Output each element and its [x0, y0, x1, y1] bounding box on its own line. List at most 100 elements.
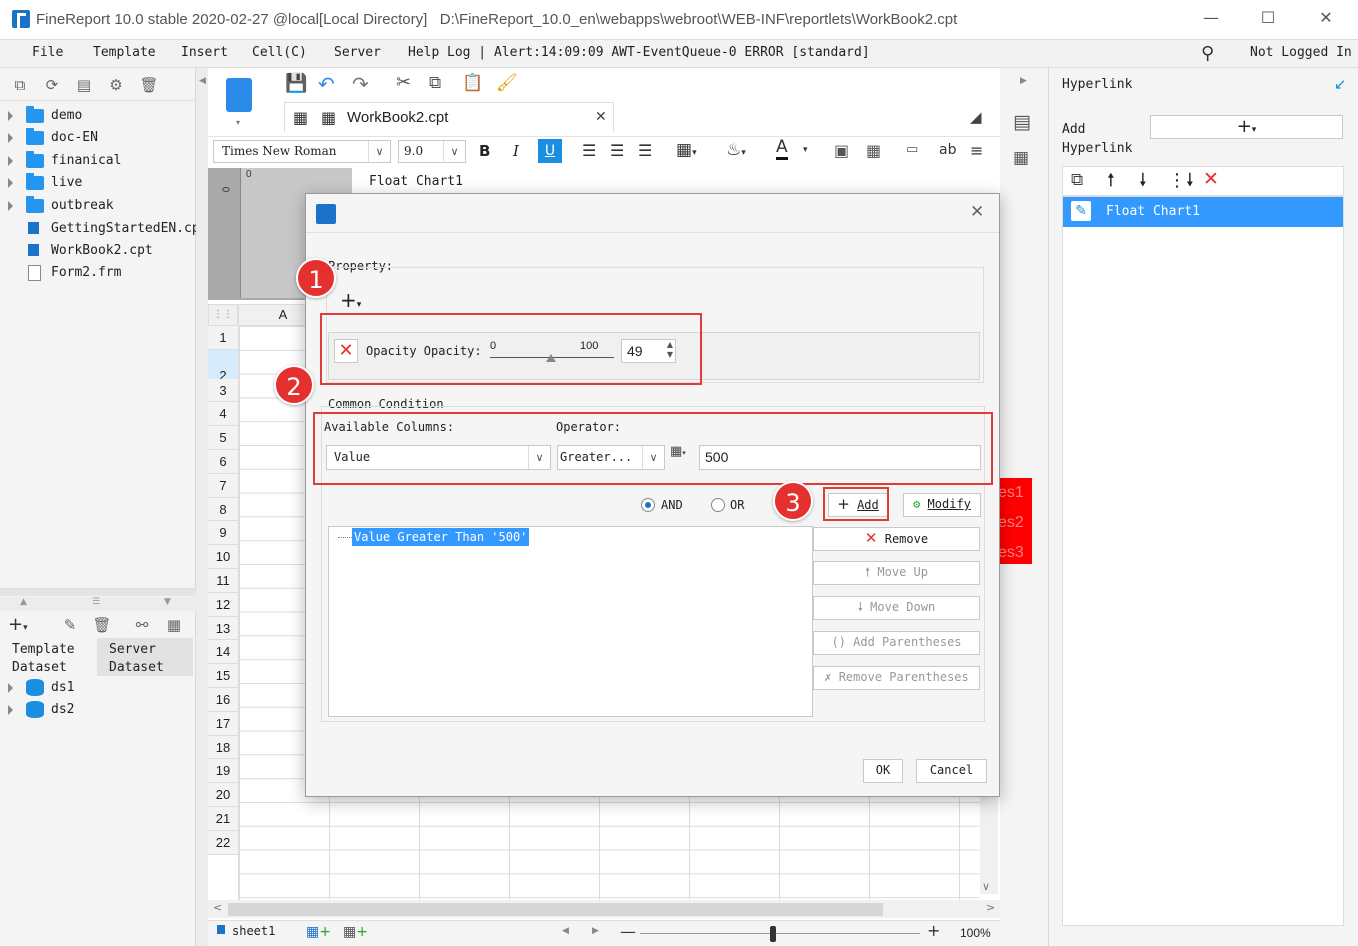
maximize-icon[interactable]: ☐: [1253, 8, 1283, 32]
row-header[interactable]: 17: [208, 711, 238, 736]
row-header[interactable]: 19: [208, 759, 238, 784]
menu-cell[interactable]: Cell(C): [252, 45, 307, 60]
row-header[interactable]: 11: [208, 569, 238, 593]
row-header[interactable]: 22: [208, 830, 238, 855]
preview-icon[interactable]: ⚯: [132, 616, 152, 634]
remove-property-icon[interactable]: ✕: [334, 339, 358, 363]
row-header[interactable]: 21: [208, 807, 238, 831]
redo-icon[interactable]: ↷: [352, 72, 369, 96]
remove-parentheses-button[interactable]: ✗ Remove Parentheses: [813, 666, 980, 690]
zoom-slider-track[interactable]: [640, 933, 920, 934]
delete-hyperlink-icon[interactable]: ✕: [1203, 168, 1219, 190]
collapse-right-icon[interactable]: ▶: [1020, 76, 1027, 86]
close-window-icon[interactable]: ✕: [1311, 8, 1341, 32]
row-header[interactable]: 10: [208, 545, 238, 569]
opacity-spinner[interactable]: 49 ▲ ▼: [621, 339, 676, 363]
menu-help[interactable]: Help: [408, 45, 439, 60]
add-property-button[interactable]: +▾: [340, 288, 361, 312]
template-type-icon[interactable]: [226, 78, 252, 112]
border-icon[interactable]: ▦▾: [676, 140, 697, 160]
menu-file[interactable]: File: [32, 45, 63, 60]
row-header[interactable]: 12: [208, 592, 238, 617]
menu-template[interactable]: Template: [93, 45, 156, 60]
hyperlink-item-selected[interactable]: ✎ Float Chart1: [1063, 197, 1343, 227]
search-icon[interactable]: ⚲: [1201, 43, 1214, 64]
tab-server-dataset[interactable]: Server Dataset: [97, 638, 193, 676]
left-collapse-strip[interactable]: [196, 68, 208, 946]
add-parentheses-button[interactable]: () Add Parentheses: [813, 631, 980, 655]
collapse-left-icon[interactable]: ◀: [199, 76, 206, 86]
undo-icon[interactable]: ↶: [318, 72, 335, 96]
move-up-button[interactable]: 🠕 Move Up: [813, 561, 980, 585]
spinner-arrows-icon[interactable]: ▲ ▼: [667, 340, 673, 360]
add-form-sheet-icon[interactable]: ▦+: [343, 924, 368, 940]
row-header[interactable]: 3: [208, 378, 238, 403]
menu-server[interactable]: Server: [334, 45, 381, 60]
row-header[interactable]: 18: [208, 735, 238, 760]
delete-dataset-icon[interactable]: 🗑: [92, 616, 112, 634]
font-size-select[interactable]: 9.0 ∨: [398, 140, 466, 163]
prev-sheet-icon[interactable]: ◀: [562, 926, 569, 936]
row-header[interactable]: 4: [208, 402, 238, 427]
cell-attribute-icon[interactable]: ▤: [1013, 111, 1031, 133]
operator-select[interactable]: Greater... ∨: [557, 445, 665, 470]
copy-hyperlink-icon[interactable]: ⧉: [1071, 170, 1083, 190]
horizontal-scrollbar[interactable]: [228, 903, 883, 916]
row-header[interactable]: 13: [208, 616, 238, 641]
ok-button[interactable]: OK: [863, 759, 903, 783]
move-down-button[interactable]: 🠗 Move Down: [813, 596, 980, 620]
add-sheet-icon[interactable]: ▦+: [306, 924, 331, 940]
row-header[interactable]: 5: [208, 426, 238, 450]
zoom-out-icon[interactable]: —: [620, 922, 636, 941]
condition-item-selected[interactable]: Value Greater Than '500': [352, 528, 530, 546]
remove-button[interactable]: ✕ Remove: [813, 527, 980, 551]
line-spacing-icon[interactable]: ≡: [970, 141, 983, 160]
dataset-settings-icon[interactable]: ▦: [164, 616, 184, 634]
row-header[interactable]: 15: [208, 664, 238, 688]
scroll-down-icon[interactable]: ∨: [982, 880, 990, 893]
chevron-down-icon[interactable]: ▾: [803, 145, 808, 155]
scroll-left-icon[interactable]: <: [213, 901, 222, 914]
row-header[interactable]: 8: [208, 497, 238, 522]
collapse-bar[interactable]: ▲ ☰ ▼: [0, 597, 196, 611]
widget-icon[interactable]: ▦: [1013, 148, 1029, 168]
zoom-slider-handle[interactable]: [770, 926, 776, 942]
move-down-icon[interactable]: 🠗: [1139, 168, 1147, 198]
modify-condition-button[interactable]: ⚙ Modify: [903, 493, 981, 517]
minimize-icon[interactable]: —: [1196, 8, 1226, 32]
add-dataset-icon[interactable]: +▾: [8, 614, 28, 635]
row-header[interactable]: 6: [208, 450, 238, 474]
add-condition-button[interactable]: + Add: [828, 493, 888, 517]
wrap-text-icon[interactable]: ab: [939, 142, 956, 158]
save-icon[interactable]: 💾: [285, 73, 307, 94]
add-hyperlink-button[interactable]: +▾: [1150, 115, 1343, 139]
close-dialog-icon[interactable]: ✕: [970, 202, 984, 222]
row-header[interactable]: 1: [208, 326, 238, 350]
row-header[interactable]: 7: [208, 473, 238, 498]
editor-tab[interactable]: ▦ ▦ WorkBook2.cpt ✕: [284, 102, 614, 132]
new-folder-icon[interactable]: ⧉: [10, 76, 30, 94]
menu-insert[interactable]: Insert: [181, 45, 228, 60]
next-sheet-icon[interactable]: ▶: [592, 926, 599, 936]
align-center-icon[interactable]: ☰: [610, 141, 624, 160]
text-box-icon[interactable]: ▭: [906, 142, 918, 157]
paste-icon[interactable]: 📋: [462, 73, 483, 93]
settings-icon[interactable]: ⚙: [106, 76, 126, 94]
scroll-right-icon[interactable]: >: [986, 901, 995, 914]
align-right-icon[interactable]: ☰: [638, 141, 652, 160]
value-type-icon[interactable]: ▦▾: [670, 444, 686, 459]
close-tab-icon[interactable]: ✕: [595, 109, 607, 125]
align-left-icon[interactable]: ☰: [582, 141, 596, 160]
expand-icon[interactable]: ◢: [970, 108, 982, 126]
cut-icon[interactable]: ✂: [396, 72, 411, 93]
merge-icon[interactable]: ▣: [834, 141, 849, 160]
panel-splitter[interactable]: [0, 588, 196, 596]
cancel-button[interactable]: Cancel: [916, 759, 987, 783]
or-radio[interactable]: [711, 498, 725, 512]
tab-template-dataset[interactable]: Template Dataset: [0, 638, 97, 676]
login-status[interactable]: Not Logged In: [1250, 45, 1352, 60]
condition-value-input[interactable]: 500: [699, 445, 981, 470]
sort-icon[interactable]: ⋮🠗: [1168, 168, 1194, 198]
row-header[interactable]: 14: [208, 640, 238, 665]
delete-icon[interactable]: 🗑: [139, 76, 159, 94]
